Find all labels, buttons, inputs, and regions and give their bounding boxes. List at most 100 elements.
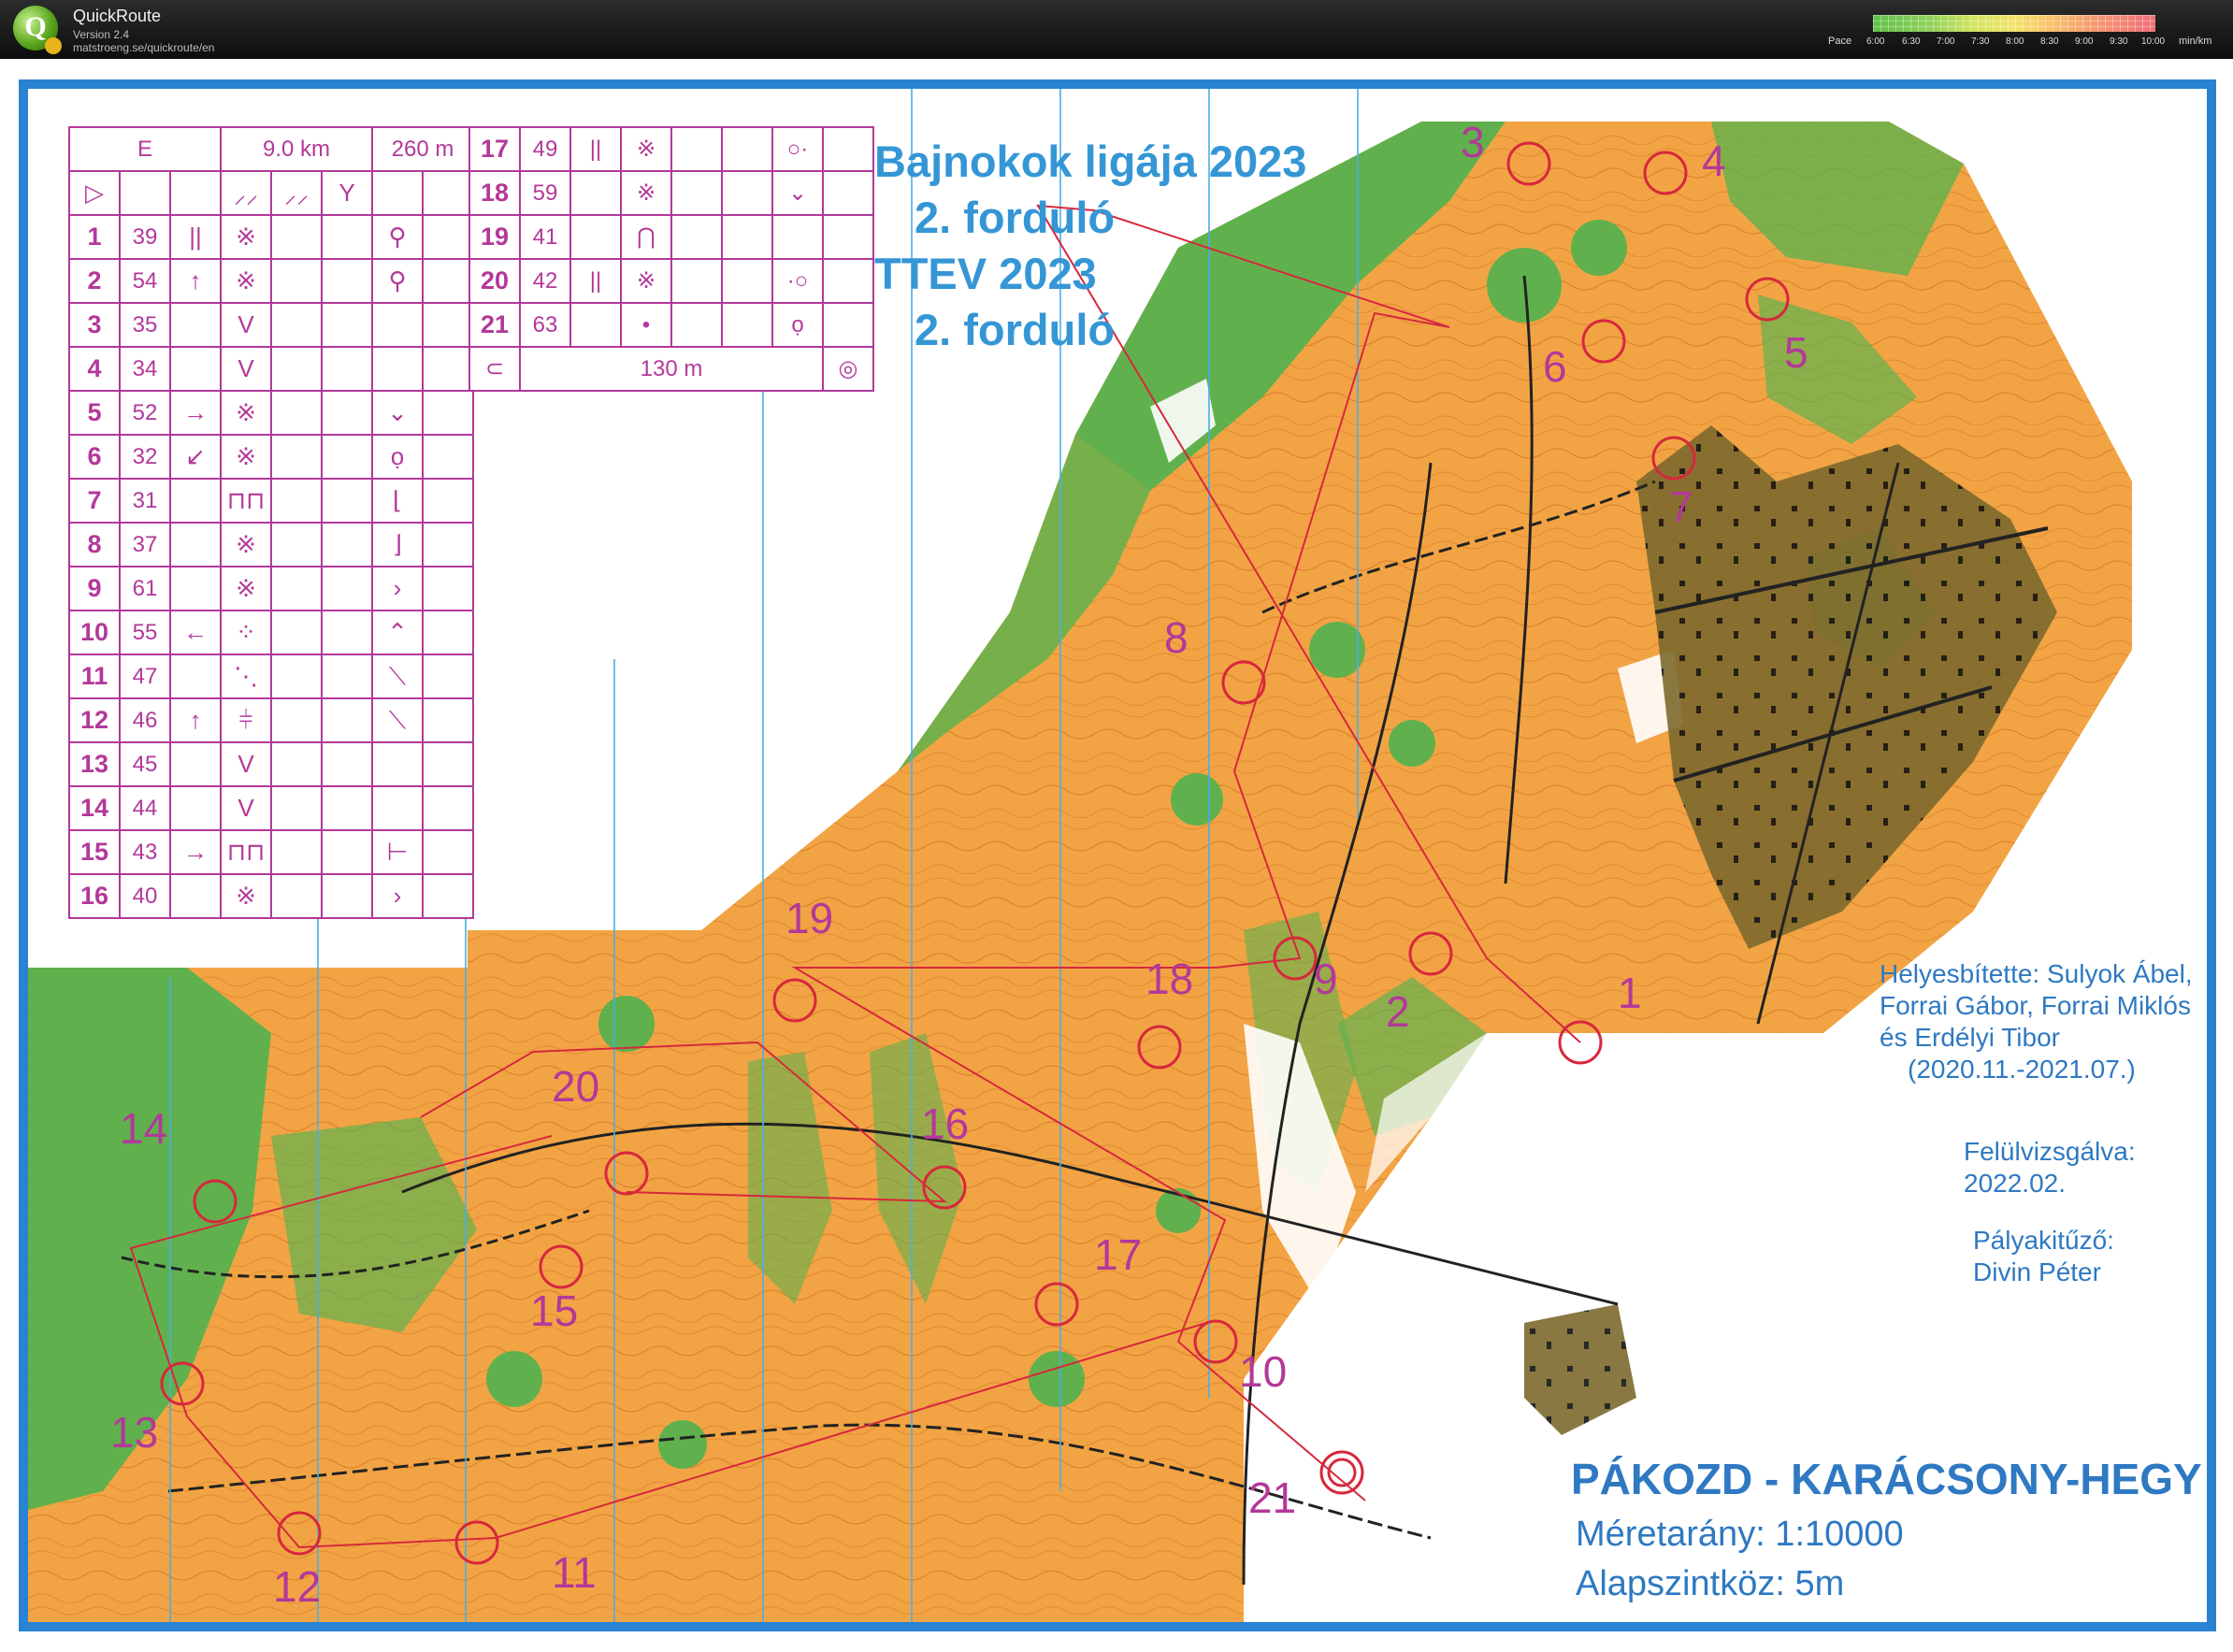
cd-cell xyxy=(422,566,474,611)
cd-cell xyxy=(670,126,723,172)
start-triangle-icon: ▷ xyxy=(68,170,121,216)
control-number: 13 xyxy=(110,1408,159,1457)
cd-cell xyxy=(270,302,323,348)
cd-length: 9.0 km xyxy=(220,126,373,172)
cd-cell: || xyxy=(569,258,622,304)
cd-cell xyxy=(422,346,474,392)
credit-line4: (2020.11.-2021.07.) xyxy=(1908,1055,2136,1084)
cd-cell: ⁘ xyxy=(220,610,272,655)
control-number: 4 xyxy=(1702,136,1726,185)
pace-scale-grid xyxy=(1873,15,2155,32)
cd-cell: 20 xyxy=(468,258,521,304)
pace-tick: 9:00 xyxy=(2075,36,2094,47)
cd-row: 4 34 V xyxy=(68,346,474,392)
cd-cell xyxy=(270,829,323,875)
title-line2: 2. forduló xyxy=(915,193,1116,242)
orienteering-map[interactable]: E 9.0 km 260 m ▷ ⸝⸝ ⸝⸝ Y 1 39 || ※ ⚲ 2 54 ↑ ※ ⚲ … xyxy=(19,79,2216,1631)
cd-cell: ○· xyxy=(771,126,824,172)
cd-cell xyxy=(169,873,222,919)
credit-line2: Forrai Gábor, Forrai Miklós xyxy=(1880,991,2191,1020)
cd-cell xyxy=(422,654,474,699)
cd-cell: 61 xyxy=(119,566,171,611)
cd-cell xyxy=(321,829,373,875)
cd-cell: 5 xyxy=(68,390,121,436)
cd-cell: 47 xyxy=(119,654,171,699)
control-number: 2 xyxy=(1386,987,1410,1036)
cd-cell: 41 xyxy=(519,214,571,260)
cd-cell: ※ xyxy=(620,126,672,172)
cd-cell: → xyxy=(169,390,222,436)
cd-cell: 42 xyxy=(519,258,571,304)
cd-cell xyxy=(321,566,373,611)
cd-cell xyxy=(422,302,474,348)
finish-distance: 130 m xyxy=(519,346,824,392)
finish-flag-icon: ⊂ xyxy=(468,346,521,392)
cd-cell: ⊓⊓ xyxy=(220,478,272,524)
pace-tick: 8:00 xyxy=(2006,36,2024,47)
title-line4: 2. forduló xyxy=(915,305,1116,354)
cd-cell: 21 xyxy=(468,302,521,348)
cd-cell: 17 xyxy=(468,126,521,172)
cd-cell: 34 xyxy=(119,346,171,392)
cd-cell: 32 xyxy=(119,434,171,480)
cd-cell xyxy=(169,566,222,611)
cd-cell: 31 xyxy=(119,478,171,524)
cd-cell xyxy=(321,610,373,655)
cd-class: E xyxy=(68,126,222,172)
cd-cell: 9 xyxy=(68,566,121,611)
cd-cell: 39 xyxy=(119,214,171,260)
cd-cell xyxy=(422,741,474,787)
title-line3: TTEV 2023 xyxy=(874,249,1097,298)
cd-cell xyxy=(569,214,622,260)
cd-cell xyxy=(270,434,323,480)
cd-cell xyxy=(270,522,323,567)
cd-cell: ↑ xyxy=(169,258,222,304)
cd-cell xyxy=(169,654,222,699)
app-url[interactable]: matstroeng.se/quickroute/en xyxy=(73,41,214,54)
cd-cell xyxy=(422,873,474,919)
control-descriptions: E 9.0 km 260 m ▷ ⸝⸝ ⸝⸝ Y 1 39 || ※ ⚲ 2 54 ↑ ※ ⚲ … xyxy=(68,126,474,919)
cd-cell: 37 xyxy=(119,522,171,567)
cd-cell xyxy=(670,258,723,304)
cd-cell xyxy=(270,390,323,436)
cd-cell: || xyxy=(169,214,222,260)
control-number: 19 xyxy=(785,894,834,942)
cd-cell: ọ xyxy=(371,434,424,480)
cd-row: 2 54 ↑ ※ ⚲ xyxy=(68,258,474,304)
cd-cell xyxy=(270,214,323,260)
cd-cell: ※ xyxy=(620,170,672,216)
cd-cell: ⌃ xyxy=(371,610,424,655)
cd-cell xyxy=(371,785,424,831)
cd-cell: › xyxy=(371,566,424,611)
cd-cell xyxy=(321,346,373,392)
course-setter-label: Pályakitűző: xyxy=(1973,1226,2114,1255)
cd-climb: 260 m xyxy=(371,126,474,172)
control-number: 7 xyxy=(1669,482,1693,531)
pace-tick: 7:00 xyxy=(1937,36,1955,47)
cd-cell: ⟍ xyxy=(371,697,424,743)
cd-cell xyxy=(721,258,773,304)
cd-cell xyxy=(721,214,773,260)
pace-ticks: 6:00 6:30 7:00 7:30 8:00 8:30 9:00 9:30 … xyxy=(1859,36,2177,50)
cd-row: 3 35 V xyxy=(68,302,474,348)
course-setter-name: Divin Péter xyxy=(1973,1257,2101,1286)
cd-cell xyxy=(321,214,373,260)
revision-label: Felülvizsgálva: xyxy=(1964,1137,2136,1166)
title-line1: Bajnokok ligája 2023 xyxy=(874,136,1307,186)
credit-line3: és Erdélyi Tibor xyxy=(1880,1023,2060,1052)
cd-cell: ※ xyxy=(220,873,272,919)
cd-cell: 8 xyxy=(68,522,121,567)
cd-cell xyxy=(822,302,874,348)
cd-cell xyxy=(422,214,474,260)
cd-rows-left: 1 39 || ※ ⚲ 2 54 ↑ ※ ⚲ 3 35 V 4 34 V 5 52 → ※ ⌄ 6 32 ↙ ※ ọ 7… xyxy=(68,214,474,919)
contour-interval: Alapszintköz: 5m xyxy=(1576,1564,1845,1603)
cd-row: 6 32 ↙ ※ ọ xyxy=(68,434,474,480)
cd-cell: V xyxy=(220,346,272,392)
cd-cell xyxy=(270,873,323,919)
cd-row: 16 40 ※ › xyxy=(68,873,474,919)
logo-letter: Q xyxy=(24,11,47,42)
cd-cell xyxy=(822,170,874,216)
cd-cell xyxy=(270,785,323,831)
cd-cell xyxy=(422,434,474,480)
quickroute-logo-icon: Q xyxy=(13,6,62,54)
